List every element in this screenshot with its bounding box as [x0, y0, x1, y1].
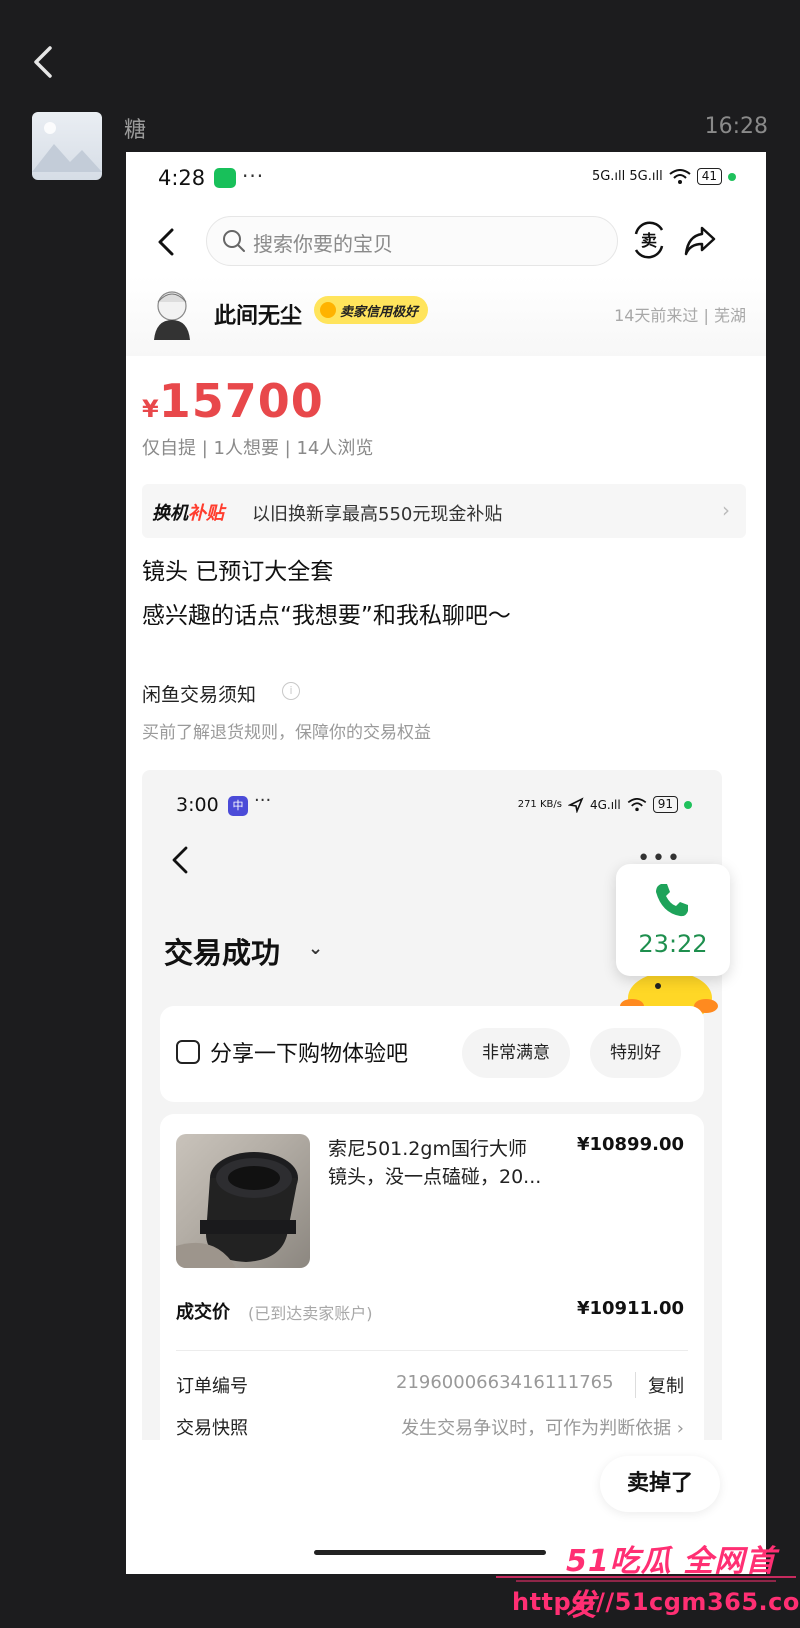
wifi-icon	[669, 168, 691, 184]
call-bubble[interactable]: 23:22	[616, 864, 730, 976]
credit-badge: 卖家信用极好	[314, 296, 429, 324]
subsidy-banner[interactable]: 换机补贴 以旧换新享最高550元现金补贴 ›	[142, 484, 746, 538]
product-title-line-2: 镜头，没一点磕碰，20...	[328, 1166, 542, 1188]
emoji-icon	[176, 1040, 200, 1064]
rating-chip-very-satisfied[interactable]: 非常满意	[462, 1028, 570, 1078]
seller-row[interactable]: 此间无尘 卖家信用极好 14天前来过 | 芜湖	[126, 276, 766, 356]
smile-icon	[320, 302, 336, 318]
copy-button[interactable]: 复制	[635, 1372, 684, 1398]
description-line-1: 镜头 已预订大全套	[142, 559, 334, 585]
sender-name: 糖	[124, 118, 147, 143]
status-dots: ···	[242, 164, 265, 188]
subsidy-logo-red: 补贴	[188, 503, 224, 524]
price-currency: ¥	[142, 395, 159, 423]
share-experience-card: 分享一下购物体验吧 非常满意 特别好	[160, 1006, 704, 1102]
sender-avatar[interactable]	[32, 112, 102, 180]
search-icon	[223, 230, 245, 252]
product-price: ¥10899.00	[576, 1134, 684, 1155]
inner-back-icon[interactable]	[168, 842, 194, 878]
inner-status-right: 271 KB/s 4G.ıll 91	[518, 796, 692, 813]
inner-privacy-dot	[684, 800, 692, 809]
battery-icon: 41	[696, 168, 722, 185]
divider	[176, 1350, 688, 1351]
message-time: 16:28	[704, 114, 768, 139]
product-title-line-1: 索尼501.2gm国行大师	[328, 1138, 527, 1160]
seller-avatar[interactable]	[148, 288, 196, 340]
info-icon[interactable]: i	[282, 682, 300, 700]
seller-name: 此间无尘	[214, 304, 303, 329]
subsidy-logo-black: 换机	[152, 503, 188, 524]
net-speed: 271 KB/s	[517, 799, 562, 810]
share-icon[interactable]	[682, 222, 718, 258]
signal-icon: 5G.ıll 5G.ıll	[591, 169, 663, 184]
inner-status-dots: ···	[254, 790, 272, 811]
order-number-label: 订单编号	[176, 1376, 248, 1397]
subsidy-logo: 换机补贴	[152, 499, 224, 525]
deal-price-note: (已到达卖家账户)	[248, 1304, 373, 1323]
price-value: 15700	[158, 374, 324, 428]
back-arrow-icon[interactable]	[26, 42, 66, 82]
order-status: 交易成功	[164, 936, 281, 970]
notice-subtitle: 买前了解退货规则，保障你的交易权益	[142, 723, 431, 743]
svg-text:卖: 卖	[641, 231, 657, 250]
watermark-stripes	[496, 1576, 796, 1582]
sell-icon[interactable]: 卖	[630, 218, 668, 262]
inner-battery-icon: 91	[652, 796, 678, 813]
snapshot-link[interactable]: 发生交易争议时，可作为判断依据 ›	[401, 1414, 684, 1440]
credit-badge-text: 卖家信用极好	[340, 304, 419, 320]
top-nav: 搜索你要的宝贝 卖	[126, 208, 766, 276]
wechat-icon	[214, 168, 236, 188]
deal-price-label[interactable]: 成交价	[176, 1298, 230, 1324]
inner-signal-icon: 4G.ıll	[589, 797, 621, 812]
search-placeholder: 搜索你要的宝贝	[253, 232, 393, 256]
price: ¥15700	[142, 374, 324, 428]
rating-chip-great[interactable]: 特别好	[590, 1028, 681, 1078]
back-icon[interactable]	[152, 222, 182, 262]
inner-wifi-icon	[627, 797, 647, 811]
order-card: 索尼501.2gm国行大师 镜头，没一点磕碰，20... ¥10899.00 成…	[160, 1114, 704, 1490]
share-prompt: 分享一下购物体验吧	[210, 1042, 409, 1067]
status-right: 5G.ıll 5G.ıll 41	[592, 168, 736, 185]
subsidy-text: 以旧换新享最高550元现金补贴	[252, 504, 503, 525]
snapshot-label: 交易快照	[176, 1418, 248, 1439]
sold-button[interactable]: 卖掉了	[600, 1456, 720, 1512]
status-bar: 4:28 ··· 5G.ıll 5G.ıll 41	[126, 152, 766, 208]
chevron-down-icon[interactable]: ⌄	[308, 938, 323, 959]
listing-stats: 仅自提 | 1人想要 | 14人浏览	[142, 438, 374, 459]
search-input[interactable]: 搜索你要的宝贝	[206, 216, 618, 266]
listing-screenshot[interactable]: 4:28 ··· 5G.ıll 5G.ıll 41 搜索你要的宝贝 卖 此间无尘…	[126, 152, 766, 1574]
app-icon: 中	[228, 796, 248, 816]
status-time: 4:28	[158, 166, 206, 190]
home-indicator[interactable]	[314, 1550, 546, 1555]
privacy-dot	[728, 172, 736, 181]
seller-meta: 14天前来过 | 芜湖	[614, 306, 746, 325]
deal-price: ¥10911.00	[576, 1298, 684, 1319]
phone-icon	[656, 884, 688, 917]
watermark-url: https://51cgm365.com	[512, 1588, 800, 1616]
order-number: 2196000663416111765	[396, 1372, 614, 1393]
call-duration: 23:22	[638, 930, 708, 958]
chevron-right-icon: ›	[722, 498, 730, 522]
description-line-2: 感兴趣的话点“我想要”和我私聊吧～	[142, 603, 511, 629]
location-icon	[567, 796, 584, 813]
notice-title[interactable]: 闲鱼交易须知	[142, 680, 256, 707]
product-image[interactable]	[176, 1134, 310, 1268]
inner-status-time: 3:00	[176, 794, 219, 816]
